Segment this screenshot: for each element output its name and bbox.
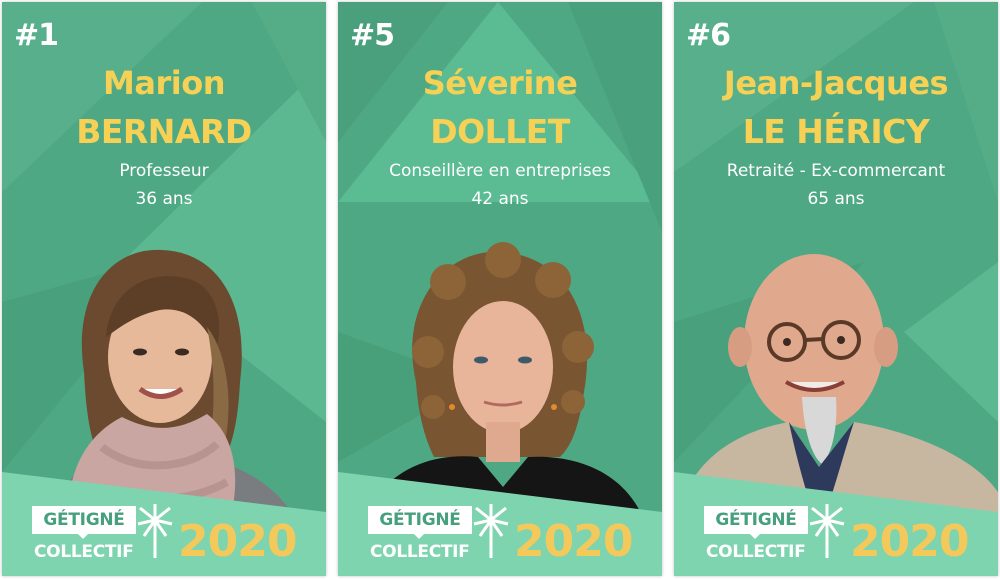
logo-year: 2020	[514, 516, 633, 567]
palm-tree-icon	[473, 504, 509, 558]
candidate-first-name: Séverine	[422, 64, 578, 102]
candidate-card-1: #1 Marion BERNARD Professeur 36 ans GÉTI…	[2, 2, 326, 576]
candidate-last-name: BERNARD	[76, 112, 252, 151]
candidate-number: #5	[350, 18, 395, 53]
candidate-first-name: Marion	[103, 64, 225, 102]
candidate-age: 36 ans	[135, 189, 193, 209]
logo-year: 2020	[850, 516, 969, 567]
candidate-card-2: #5 Séverine DOLLET Conseillère en entrep…	[338, 2, 662, 576]
candidate-age: 65 ans	[807, 189, 865, 209]
logo-getigne: GÉTIGNÉ	[368, 506, 472, 534]
logo-collectif: COLLECTIF	[370, 542, 470, 562]
candidate-card-3: #6 Jean-Jacques LE HÉRICY Retraité - Ex-…	[674, 2, 998, 576]
logo-getigne: GÉTIGNÉ	[32, 506, 136, 534]
candidate-last-name: DOLLET	[430, 112, 570, 151]
candidate-first-name: Jean-Jacques	[723, 64, 949, 102]
logo-collectif: COLLECTIF	[706, 542, 806, 562]
logo-notch	[413, 533, 425, 539]
candidate-age: 42 ans	[471, 189, 529, 209]
logo-year: 2020	[178, 516, 297, 567]
logo-notch	[749, 533, 761, 539]
candidate-number: #1	[14, 18, 59, 53]
logo-notch	[77, 533, 89, 539]
candidate-job: Conseillère en entreprises	[389, 161, 611, 181]
candidate-number: #6	[686, 18, 731, 53]
palm-tree-icon	[809, 504, 845, 558]
candidate-last-name: LE HÉRICY	[742, 112, 930, 151]
logo-getigne: GÉTIGNÉ	[704, 506, 808, 534]
candidate-job: Professeur	[119, 161, 209, 181]
candidate-job: Retraité - Ex-commercant	[726, 161, 946, 181]
palm-tree-icon	[137, 504, 173, 558]
logo-collectif: COLLECTIF	[34, 542, 134, 562]
